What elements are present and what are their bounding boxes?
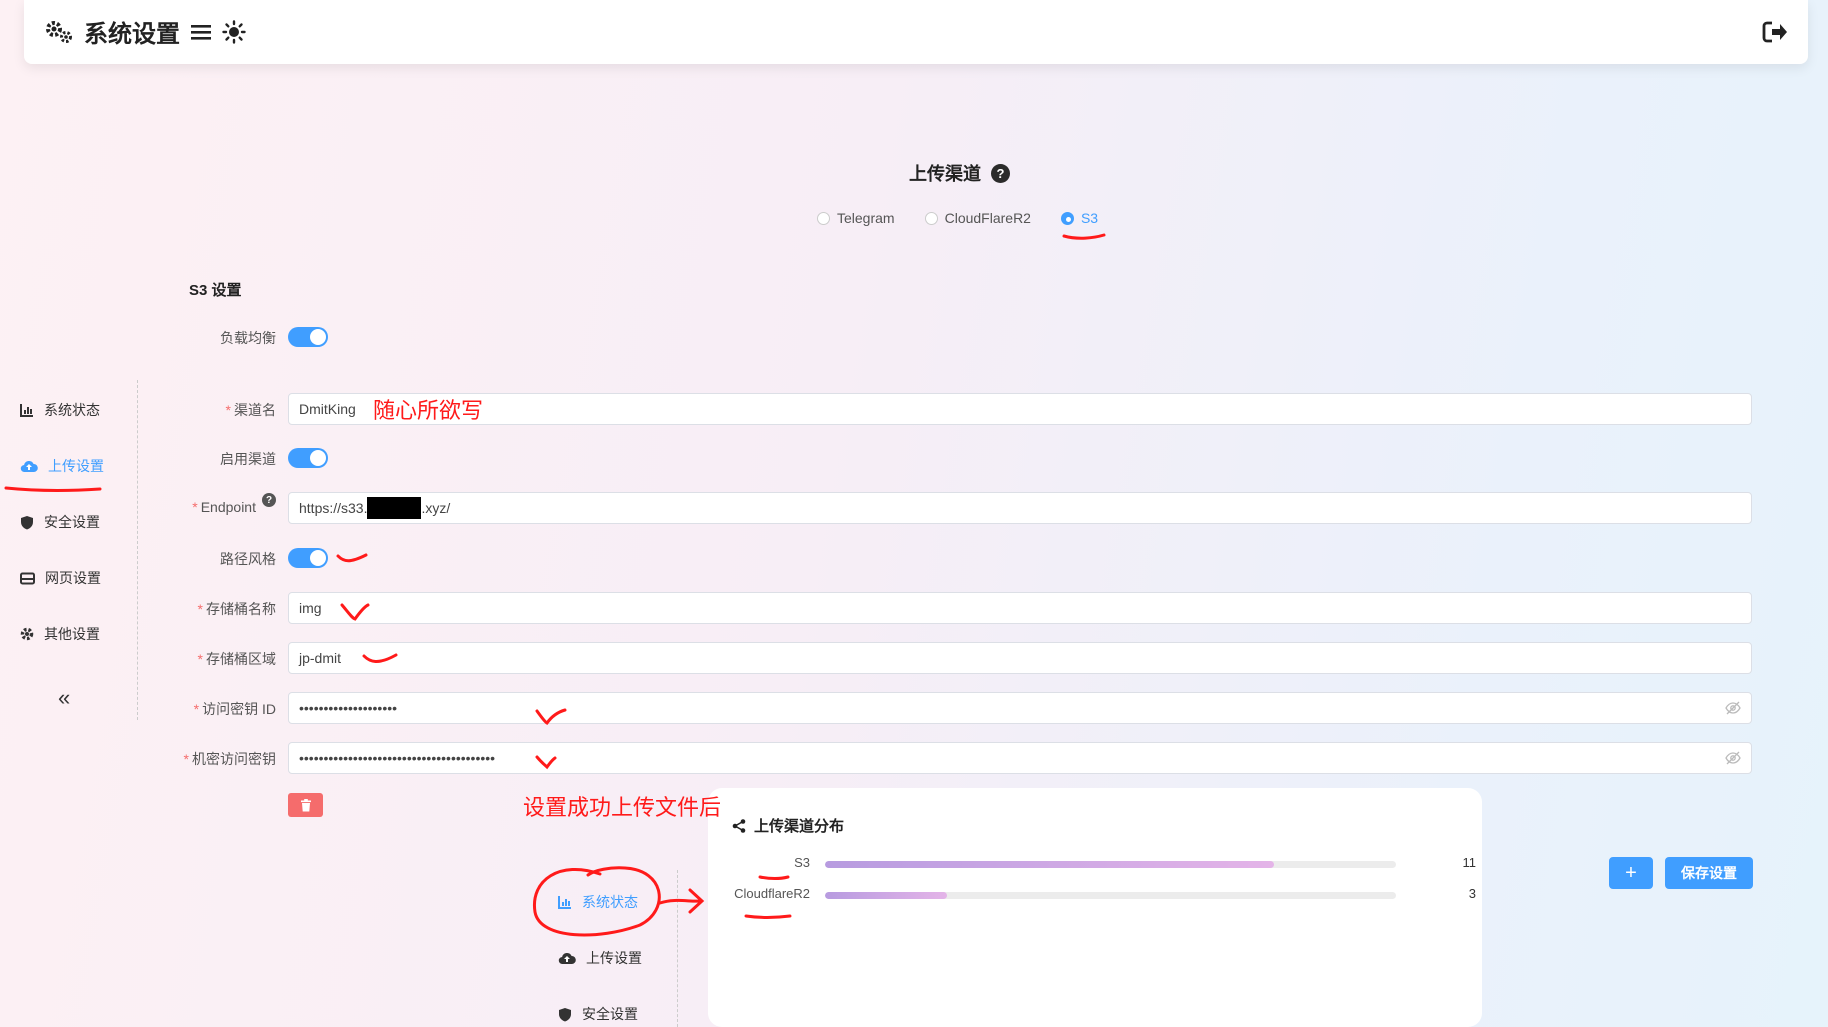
bucket-label: * 存储桶名称	[197, 601, 276, 617]
bar-category-label: S3	[794, 855, 810, 870]
bar-fill	[825, 892, 948, 899]
share-icon	[732, 818, 746, 833]
form-row-load-balance: 负载均衡	[0, 321, 1760, 353]
radio-dot[interactable]	[1060, 211, 1074, 225]
form-row-bucket: * 存储桶名称 img	[0, 592, 1760, 624]
eye-hide-icon[interactable]	[1725, 701, 1741, 715]
endpoint-help-icon[interactable]: ?	[262, 493, 276, 507]
menu-icon[interactable]	[190, 22, 212, 42]
radio-s3[interactable]: S3	[1060, 210, 1099, 226]
gears-icon	[44, 19, 74, 45]
form-row-region: * 存储桶区域 jp-dmit	[0, 642, 1760, 674]
radio-label: Telegram	[837, 210, 895, 226]
bucket-input[interactable]: img	[288, 592, 1752, 624]
sidebar-item-label: 安全设置	[582, 1006, 638, 1022]
bar-track	[825, 861, 1396, 868]
shield-icon	[559, 1007, 571, 1021]
gear-icon	[20, 627, 34, 641]
page-title: 系统设置	[84, 21, 180, 48]
underline-s3	[1062, 233, 1106, 240]
endpoint-label: * Endpoint	[192, 499, 256, 515]
channel-name-label: * 渠道名	[225, 402, 276, 418]
bar-category-label: CloudflareR2	[734, 886, 810, 901]
annotation-channel-name: 随心所欲写	[373, 399, 484, 424]
region-label: * 存储桶区域	[197, 651, 276, 667]
logout-icon[interactable]	[1762, 20, 1788, 44]
theme-sun-icon[interactable]	[222, 19, 246, 44]
header-title-group: 系统设置	[44, 14, 246, 49]
access-key-label: * 访问密钥 ID	[193, 701, 276, 717]
inset-chart-title: 上传渠道分布	[732, 815, 844, 836]
path-style-switch[interactable]	[288, 548, 328, 568]
access-key-input[interactable]: ••••••••••••••••••••	[288, 692, 1752, 724]
cloud-upload-icon	[558, 952, 576, 965]
region-input[interactable]: jp-dmit	[288, 642, 1752, 674]
form-row-path-style: 路径风格	[0, 542, 1760, 574]
form-row-secret-key: * 机密访问密钥 ••••••••••••••••••••••••••••••••…	[0, 742, 1760, 774]
upload-channel-title: 上传渠道	[909, 164, 981, 184]
top-header: 系统设置	[24, 0, 1808, 64]
form-row-channel-name: * 渠道名 DmitKing	[0, 393, 1760, 425]
form-row-enable-channel: 启用渠道	[0, 442, 1760, 474]
load-balance-label: 负载均衡	[220, 330, 276, 346]
sidebar-item-other-settings[interactable]: 其他设置	[20, 624, 100, 644]
chart-bar-row: CloudflareR2 3	[700, 886, 1480, 906]
s3-settings-title: S3 设置	[189, 282, 242, 299]
radio-cloudflarer2[interactable]: CloudFlareR2	[924, 210, 1031, 226]
trash-icon	[300, 798, 311, 811]
channel-radio-group: Telegram CloudFlareR2 S3	[817, 210, 1098, 226]
bar-value-label: 3	[1468, 886, 1476, 901]
enable-channel-switch[interactable]	[288, 448, 328, 468]
save-settings-button[interactable]: 保存设置	[1665, 857, 1753, 889]
radio-dot[interactable]	[817, 211, 830, 225]
radio-telegram[interactable]: Telegram	[817, 210, 895, 226]
inset-sidebar-item-upload-settings[interactable]: 上传设置	[558, 948, 642, 968]
form-row-endpoint: * Endpoint ? https://s33. .xyz/	[0, 492, 1760, 524]
chart-bar-row: S3 11	[700, 855, 1480, 875]
inset-title-text: 上传渠道分布	[754, 818, 845, 835]
path-style-label: 路径风格	[220, 551, 276, 567]
bar-fill	[825, 861, 1274, 868]
channel-name-input[interactable]: DmitKing	[288, 393, 1752, 425]
annotation-after-upload: 设置成功上传文件后	[523, 796, 722, 821]
radio-label: S3	[1080, 210, 1099, 226]
access-key-value: ••••••••••••••••••••	[299, 700, 398, 716]
bar-value-label: 11	[1462, 855, 1477, 870]
form-row-access-key: * 访问密钥 ID ••••••••••••••••••••	[0, 692, 1760, 724]
delete-channel-button[interactable]	[288, 793, 323, 817]
sidebar-item-label: 其他设置	[44, 626, 100, 642]
chart-icon	[558, 896, 571, 909]
endpoint-input[interactable]: https://s33. .xyz/	[288, 492, 1752, 524]
secret-key-label: * 机密访问密钥	[183, 751, 276, 767]
inset-sidebar-item-system-status[interactable]: 系统状态	[558, 892, 638, 912]
endpoint-suffix: .xyz/	[421, 500, 451, 516]
redaction-mask	[367, 497, 422, 520]
endpoint-prefix: https://s33.	[299, 500, 368, 516]
inset-sidebar: 系统状态 上传设置 安全设置	[540, 870, 678, 1027]
load-balance-switch[interactable]	[288, 327, 328, 347]
bar-track	[825, 892, 1396, 899]
secret-key-value: ••••••••••••••••••••••••••••••••••••••••	[299, 750, 496, 766]
sidebar-item-label: 系统状态	[582, 894, 638, 910]
enable-channel-label: 启用渠道	[220, 451, 276, 467]
inset-sidebar-item-security-settings[interactable]: 安全设置	[558, 1004, 638, 1024]
secret-key-input[interactable]: ••••••••••••••••••••••••••••••••••••••••	[288, 742, 1752, 774]
sidebar-item-label: 上传设置	[586, 950, 642, 966]
radio-label: CloudFlareR2	[944, 210, 1031, 226]
radio-dot[interactable]	[924, 211, 938, 225]
upload-channel-heading: 上传渠道 ?	[909, 160, 1010, 186]
help-icon[interactable]: ?	[991, 163, 1010, 183]
add-channel-button[interactable]: +	[1609, 857, 1653, 889]
eye-hide-icon[interactable]	[1725, 751, 1741, 765]
